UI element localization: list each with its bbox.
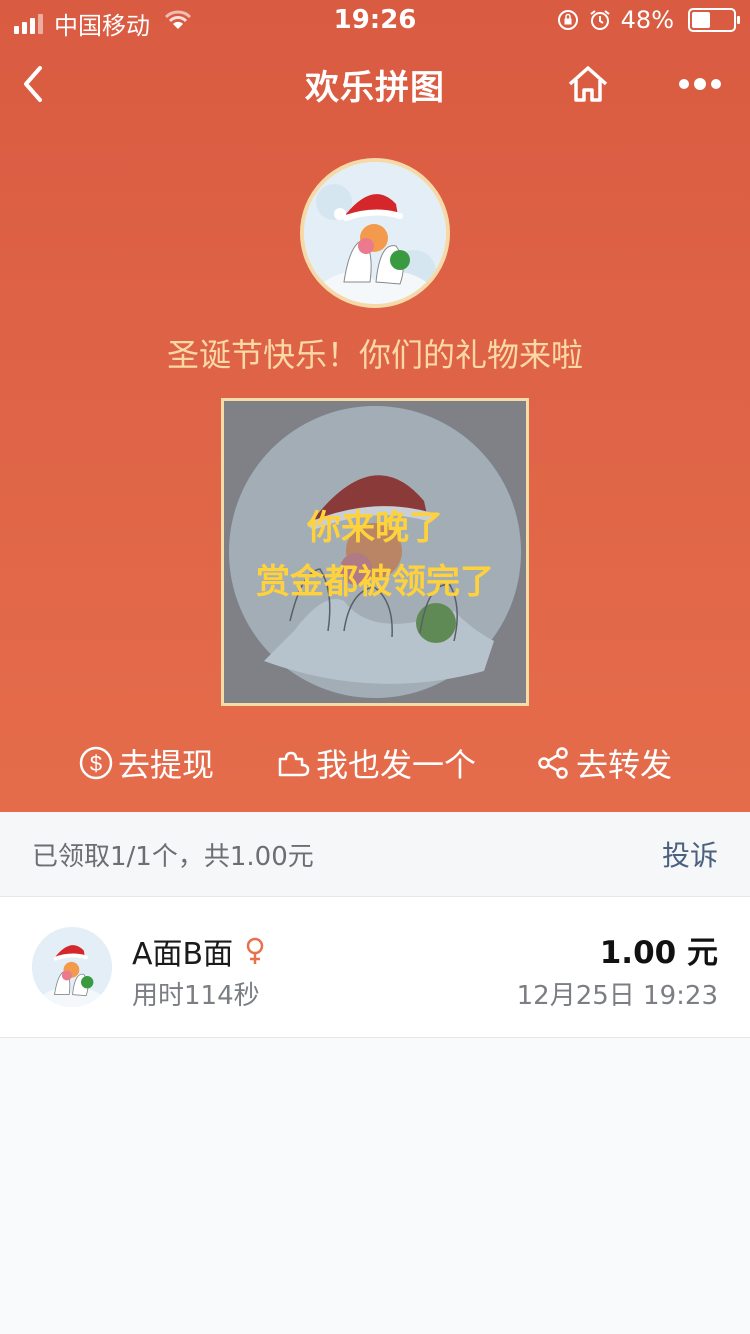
puzzle-message-line2: 赏金都被领完了 xyxy=(256,562,494,602)
puzzle-piece-icon xyxy=(278,751,310,777)
rotation-lock-icon xyxy=(557,10,578,30)
nav-bar: 欢乐拼图 xyxy=(0,48,750,120)
puzzle-status-message: 你来晚了 赏金都被领完了 xyxy=(224,501,526,609)
more-icon[interactable] xyxy=(676,76,724,92)
withdraw-label: 去提现 xyxy=(118,746,215,784)
battery-percent: 48% xyxy=(620,6,674,34)
withdraw-button[interactable]: $ 去提现 xyxy=(78,740,214,786)
user-name-row: A面B面 xyxy=(132,929,265,973)
status-bar: 中国移动 19:26 48% xyxy=(0,0,750,40)
time-used: 用时114秒 xyxy=(132,981,260,1011)
claim-summary-text: 已领取1/1个，共1.00元 xyxy=(32,842,314,872)
page-title: 欢乐拼图 xyxy=(305,68,445,108)
alarm-icon xyxy=(590,10,610,30)
puzzle-message-line1: 你来晚了 xyxy=(307,508,443,548)
dollar-icon: $ xyxy=(79,746,113,780)
send-one-label: 我也发一个 xyxy=(316,746,477,784)
home-icon[interactable] xyxy=(564,60,612,108)
svg-text:$: $ xyxy=(90,751,102,776)
send-one-button[interactable]: 我也发一个 xyxy=(276,740,476,786)
battery-icon xyxy=(688,8,740,32)
avatar xyxy=(32,927,112,1007)
greeting-message: 圣诞节快乐！你们的礼物来啦 xyxy=(166,336,583,374)
user-name: A面B面 xyxy=(132,937,234,972)
claim-date: 12月25日 19:23 xyxy=(516,981,718,1011)
share-label: 去转发 xyxy=(576,746,673,784)
female-icon xyxy=(246,937,264,964)
claim-summary: 已领取1/1个，共1.00元 投诉 xyxy=(0,812,750,897)
puzzle-image[interactable]: 你来晚了 赏金都被领完了 xyxy=(221,398,529,706)
sender-avatar xyxy=(300,158,450,308)
amount: 1.00 元 xyxy=(599,935,718,971)
complain-link[interactable]: 投诉 xyxy=(662,834,718,874)
share-button[interactable]: 去转发 xyxy=(536,740,672,786)
share-icon xyxy=(538,747,568,779)
action-row: $ 去提现 我也发一个 去转发 xyxy=(0,740,750,800)
list-item[interactable]: A面B面 用时114秒 1.00 元 12月25日 19:23 xyxy=(0,897,750,1038)
